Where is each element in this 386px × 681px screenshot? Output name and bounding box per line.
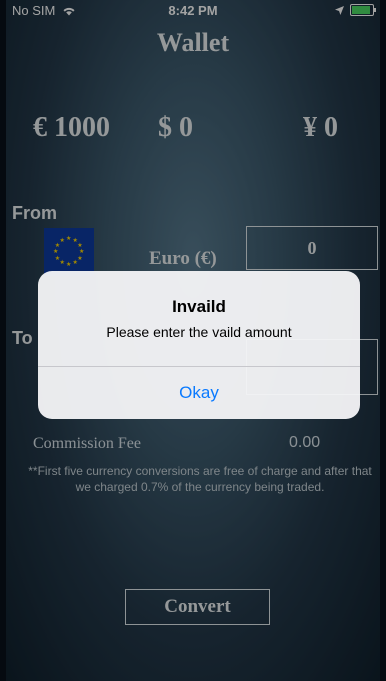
alert-message: Please enter the vaild amount xyxy=(106,324,292,340)
alert-okay-button[interactable]: Okay xyxy=(38,367,360,419)
alert-title: Invaild xyxy=(172,297,226,316)
alert-dialog: Invaild Please enter the vaild amount Ok… xyxy=(38,271,360,419)
wallet-screen: No SIM 8:42 PM Wallet € 1000 $ 0 ¥ 0 Fro… xyxy=(6,0,380,681)
